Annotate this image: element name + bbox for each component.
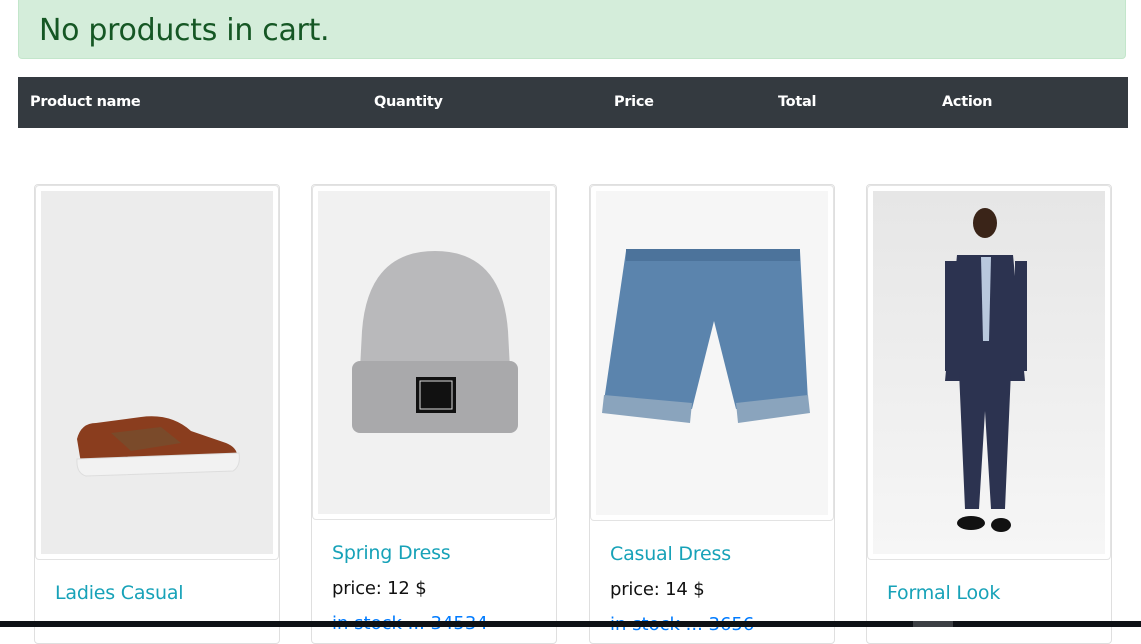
col-price: Price (614, 94, 654, 110)
alert-message: No products in cart. (39, 13, 330, 48)
beanie-icon (352, 251, 518, 433)
horizontal-scrollbar-track[interactable] (0, 621, 1141, 627)
product-card: Casual Dress price: 14 $ in stock ... 36… (589, 184, 835, 644)
product-title-link[interactable]: Spring Dress (332, 542, 451, 564)
horizontal-scrollbar-thumb[interactable] (913, 621, 953, 627)
shorts-icon (602, 249, 810, 423)
product-card: Formal Look (866, 184, 1112, 644)
col-total: Total (778, 94, 817, 110)
product-thumbnail[interactable] (312, 185, 556, 520)
cart-table-header: Product name Quantity Price Total Action (18, 77, 1128, 128)
product-thumbnail[interactable] (590, 185, 834, 521)
product-thumbnail[interactable] (867, 185, 1111, 560)
product-title-link[interactable]: Formal Look (887, 582, 1000, 604)
product-price: price: 14 $ (610, 579, 705, 600)
suit-image (873, 191, 1105, 554)
sneaker-icon (76, 416, 240, 477)
product-card: Spring Dress price: 12 $ in stock ... 34… (311, 184, 557, 644)
sneaker-image (41, 191, 273, 554)
shorts-image (596, 191, 828, 515)
col-quantity: Quantity (374, 94, 443, 110)
product-title-link[interactable]: Ladies Casual (55, 582, 184, 604)
product-title-link[interactable]: Casual Dress (610, 543, 731, 565)
product-card: Ladies Casual (34, 184, 280, 644)
suit-model-icon (945, 208, 1027, 532)
empty-cart-alert: No products in cart. (18, 0, 1126, 59)
product-thumbnail[interactable] (35, 185, 279, 560)
product-price: price: 12 $ (332, 578, 427, 599)
col-product-name: Product name (30, 94, 141, 110)
beanie-image (318, 191, 550, 514)
col-action: Action (942, 94, 993, 110)
